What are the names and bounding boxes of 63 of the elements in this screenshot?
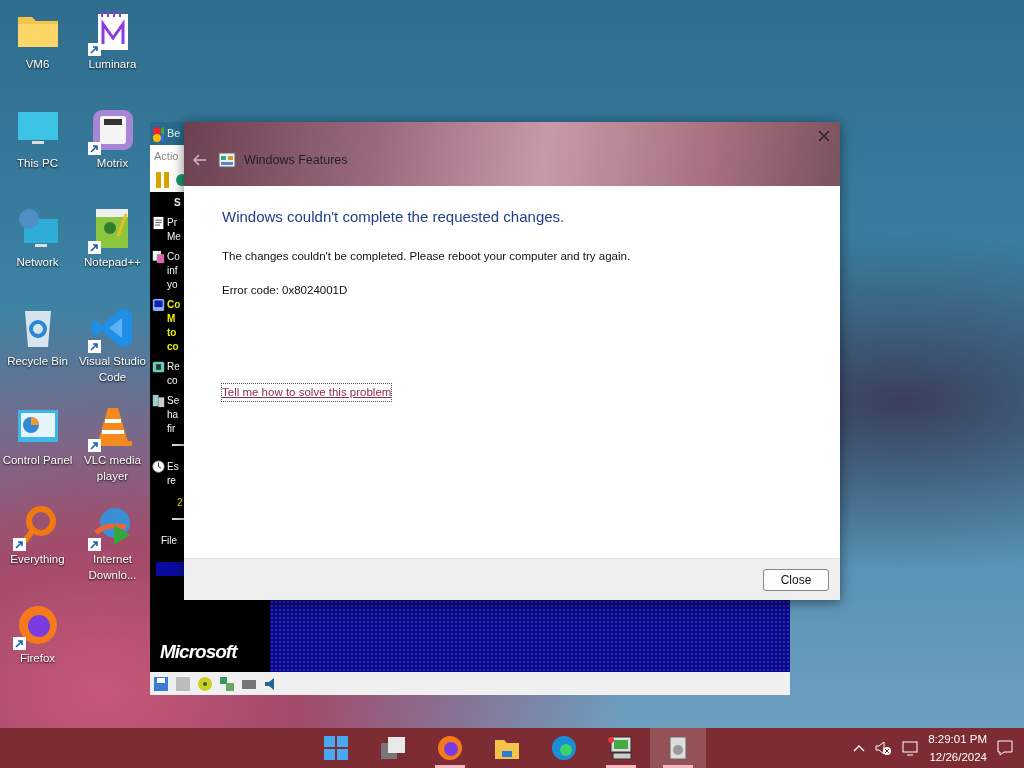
window-title: Be	[167, 126, 181, 142]
text-fragment: Se	[167, 394, 180, 408]
disc-icon[interactable]	[197, 675, 213, 692]
display-icon[interactable]	[901, 740, 920, 756]
clock-date[interactable]: 12/26/2024	[928, 748, 987, 766]
servers-icon	[152, 394, 165, 408]
desktop-icon-label[interactable]: Everything	[10, 551, 65, 567]
taskbar-button[interactable]	[650, 728, 706, 768]
text-fragment: Co	[167, 250, 180, 264]
desktop-icon-label[interactable]: Recycle Bin	[7, 353, 68, 369]
desktop-icon-label[interactable]: Network	[16, 254, 59, 270]
text-fragment: Es	[167, 460, 179, 474]
desktop-icon-label[interactable]: Motrix	[96, 155, 129, 171]
chip-icon	[152, 360, 165, 374]
text-fragment: M	[167, 312, 177, 326]
desktop-icon-label[interactable]: Luminara	[88, 56, 137, 72]
desktop-icon-label[interactable]: Firefox	[19, 650, 56, 666]
text-fragment: File	[161, 535, 178, 546]
desktop-icon-label[interactable]: Control Panel	[2, 452, 73, 468]
help-link[interactable]: Tell me how to solve this problem	[222, 384, 392, 402]
network-icon[interactable]	[219, 675, 235, 692]
text-fragment: to	[167, 326, 178, 340]
close-icon	[818, 130, 830, 142]
text-fragment: co	[167, 340, 180, 354]
desktop-icon-label[interactable]: Visual Studio Code	[75, 353, 150, 385]
text-fragment: 2	[177, 497, 183, 508]
back-arrow-icon[interactable]	[192, 152, 208, 168]
chevron-up-icon[interactable]	[853, 743, 866, 753]
features-window-icon	[218, 151, 236, 169]
text-fragment: Pr	[167, 216, 178, 230]
desktop-icon-label[interactable]: VLC media player	[75, 452, 150, 484]
desktop-icon-label[interactable]: VM6	[25, 56, 50, 72]
window-title: Windows Features	[244, 151, 348, 169]
start-icon	[322, 734, 350, 762]
text-fragment: Co	[167, 298, 181, 312]
text-fragment: Me	[167, 230, 181, 244]
error-code: Error code: 0x8024001D	[222, 282, 349, 298]
text-fragment: Re	[167, 360, 180, 374]
menu-item[interactable]: Actio	[154, 150, 179, 162]
desktop-icon-label[interactable]: This PC	[17, 155, 58, 171]
desktop-icon-label[interactable]: Notepad++	[84, 254, 141, 270]
text-fragment: inf	[167, 264, 179, 278]
documents-icon	[152, 250, 165, 264]
clock-time[interactable]: 8:29:01 PM	[928, 730, 987, 748]
text-fragment: re	[167, 474, 177, 488]
app-logo-icon	[152, 125, 164, 142]
text-fragment: yo	[167, 278, 179, 292]
text-fragment: ha	[167, 408, 180, 422]
dialog-heading: Windows couldn't complete the requested changes.	[222, 207, 566, 227]
close-button[interactable]: Close	[763, 568, 829, 591]
windows-stack-icon	[379, 734, 407, 762]
text-fragment: co	[167, 374, 179, 388]
computer-icon	[607, 734, 635, 762]
fox-globe-icon	[436, 734, 464, 762]
section-heading: S	[174, 197, 181, 208]
desktop-icon-label[interactable]: Internet Downlo...	[75, 551, 150, 583]
brand-logo: Microsoft	[160, 639, 237, 664]
error-message: The changes couldn't be completed. Please reboot your computer and try again.	[222, 248, 632, 264]
speaker-muted-icon[interactable]	[874, 740, 893, 756]
notification-icon[interactable]	[996, 739, 1014, 757]
document-icon	[152, 216, 165, 230]
edge-icon	[550, 734, 578, 762]
text-fragment: fir	[167, 422, 177, 436]
